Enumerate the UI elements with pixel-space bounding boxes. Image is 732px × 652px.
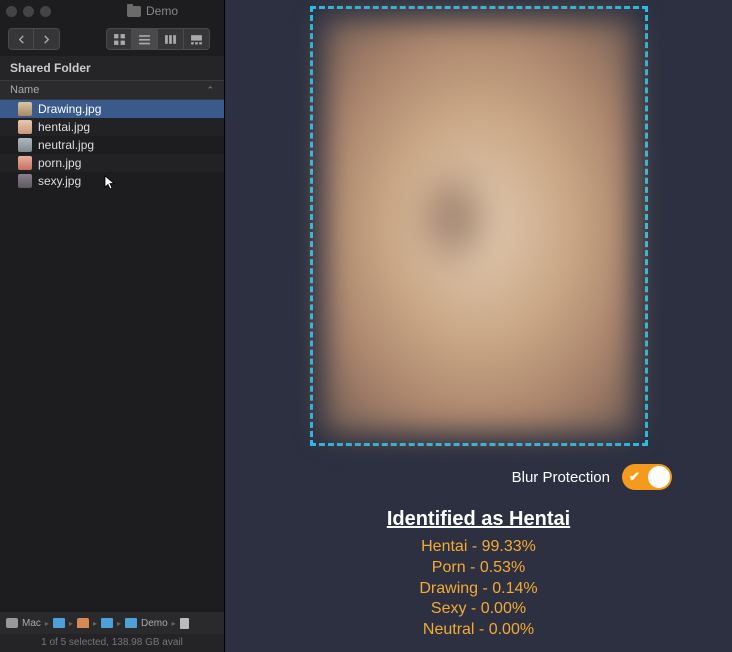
chevron-right-icon: ▸ [45, 619, 49, 628]
file-thumbnail-icon [18, 102, 32, 116]
path-bar[interactable]: Mac ▸ ▸ ▸ ▸ Demo ▸ [0, 612, 224, 634]
close-window-icon[interactable] [6, 6, 17, 17]
file-name: hentai.jpg [38, 120, 90, 134]
result-pct: 99.33% [482, 538, 536, 555]
result-label: Hentai [421, 538, 467, 555]
path-segment[interactable]: Demo [141, 618, 168, 629]
window-titlebar: Demo [0, 0, 224, 22]
result-label: Porn [432, 559, 466, 576]
back-button[interactable] [8, 28, 34, 50]
blur-protection-label: Blur Protection [512, 469, 610, 486]
preview-image-blurred [324, 19, 634, 433]
file-row[interactable]: hentai.jpg [0, 118, 224, 136]
folder-icon [127, 6, 141, 17]
folder-icon[interactable] [125, 618, 137, 628]
view-grid-button[interactable] [106, 28, 132, 50]
home-icon[interactable] [77, 618, 89, 628]
result-label: Neutral [423, 621, 475, 638]
result-row: Sexy - 0.00% [419, 599, 537, 620]
result-label: Drawing [419, 580, 478, 597]
file-thumbnail-icon [18, 156, 32, 170]
result-row: Porn - 0.53% [419, 558, 537, 579]
result-pct: 0.00% [481, 600, 526, 617]
sort-arrow-icon: ⌃ [206, 85, 214, 96]
classification-title: Identified as Hentai [387, 508, 570, 531]
blur-protection-toggle[interactable]: ✔ [622, 464, 672, 490]
window-folder-title: Demo [127, 4, 178, 18]
file-name: porn.jpg [38, 156, 81, 170]
status-bar: 1 of 5 selected, 138.98 GB avail [0, 634, 224, 652]
disk-icon [6, 618, 18, 628]
file-row[interactable]: sexy.jpg [0, 172, 224, 190]
view-list-button[interactable] [132, 28, 158, 50]
file-name: neutral.jpg [38, 138, 94, 152]
folder-name: Demo [146, 4, 178, 18]
file-thumbnail-icon [18, 138, 32, 152]
file-row[interactable]: porn.jpg [0, 154, 224, 172]
toggle-knob [648, 466, 670, 488]
forward-button[interactable] [34, 28, 60, 50]
blur-protection-row: Blur Protection ✔ [512, 464, 672, 490]
file-row[interactable]: Drawing.jpg [0, 100, 224, 118]
result-row: Drawing - 0.14% [419, 579, 537, 600]
file-thumbnail-icon [18, 120, 32, 134]
column-name-label: Name [10, 84, 39, 96]
document-icon[interactable] [180, 618, 189, 629]
file-thumbnail-icon [18, 174, 32, 188]
classification-results: Hentai - 99.33% Porn - 0.53% Drawing - 0… [419, 537, 537, 641]
folder-icon[interactable] [53, 618, 65, 628]
column-header-row[interactable]: Name ⌃ [0, 80, 224, 100]
chevron-right-icon: ▸ [93, 619, 97, 628]
view-gallery-button[interactable] [184, 28, 210, 50]
minimize-window-icon[interactable] [23, 6, 34, 17]
main-panel: Blur Protection ✔ Identified as Hentai H… [225, 0, 732, 652]
check-icon: ✔ [629, 469, 640, 485]
file-name: Drawing.jpg [38, 102, 101, 116]
view-columns-button[interactable] [158, 28, 184, 50]
result-row: Hentai - 99.33% [419, 537, 537, 558]
result-label: Sexy [431, 600, 467, 617]
result-pct: 0.14% [492, 580, 537, 597]
maximize-window-icon[interactable] [40, 6, 51, 17]
view-mode-segment [106, 28, 210, 50]
image-dropzone[interactable] [310, 6, 648, 446]
file-browser-sidebar: Demo Shared Folder [0, 0, 225, 652]
result-row: Neutral - 0.00% [419, 620, 537, 641]
chevron-right-icon: ▸ [69, 619, 73, 628]
result-pct: 0.53% [480, 559, 525, 576]
nav-button-group [8, 28, 60, 50]
finder-toolbar [0, 22, 224, 56]
file-row[interactable]: neutral.jpg [0, 136, 224, 154]
path-segment[interactable]: Mac [22, 618, 41, 629]
file-list: Drawing.jpg hentai.jpg neutral.jpg porn.… [0, 100, 224, 612]
section-title: Shared Folder [0, 56, 224, 80]
folder-icon[interactable] [101, 618, 113, 628]
result-pct: 0.00% [489, 621, 534, 638]
chevron-right-icon: ▸ [117, 619, 121, 628]
chevron-right-icon: ▸ [172, 619, 176, 628]
file-name: sexy.jpg [38, 174, 81, 188]
